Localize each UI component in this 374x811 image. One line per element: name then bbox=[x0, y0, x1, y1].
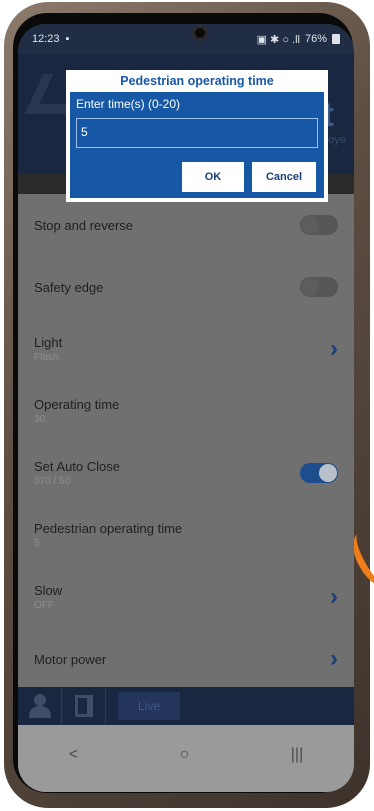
chevron-right-icon[interactable]: › bbox=[330, 337, 338, 361]
gallery-notification-icon: ▪ bbox=[65, 33, 70, 45]
home-nav-icon[interactable]: ○ bbox=[180, 746, 190, 764]
safety-edge-toggle[interactable] bbox=[300, 277, 338, 297]
pedestrian-time-dialog: Pedestrian operating time Enter time(s) … bbox=[66, 70, 328, 202]
cancel-button[interactable]: Cancel bbox=[252, 162, 316, 192]
android-nav-bar: < ○ ||| bbox=[18, 725, 354, 792]
setting-value: 5 bbox=[34, 538, 40, 549]
setting-row-safety-edge[interactable]: Safety edge bbox=[18, 256, 354, 318]
screen: 12:23 ▪ ▣ ✱ ○ .ll 76% t oye Stop and rev… bbox=[18, 24, 354, 792]
setting-row-auto-close[interactable]: Set Auto Close 070 / 50 bbox=[18, 442, 354, 504]
setting-row-slow[interactable]: Slow OFF › bbox=[18, 566, 354, 628]
setting-title: Safety edge bbox=[34, 279, 104, 295]
status-bar: 12:23 ▪ ▣ ✱ ○ .ll 76% bbox=[18, 24, 354, 54]
ok-button[interactable]: OK bbox=[182, 162, 244, 192]
setting-title: Set Auto Close bbox=[34, 459, 120, 474]
chevron-right-icon[interactable]: › bbox=[330, 647, 338, 671]
setting-value: OFF bbox=[34, 600, 54, 611]
auto-close-toggle[interactable] bbox=[300, 463, 338, 483]
user-icon bbox=[28, 694, 51, 718]
setting-row-operating-time[interactable]: Operating time 30 bbox=[18, 380, 354, 442]
stop-and-reverse-toggle[interactable] bbox=[300, 215, 338, 235]
settings-list: Stop and reverse Safety edge Light Flash… bbox=[18, 194, 354, 687]
status-icons: ▣ ✱ ○ .ll bbox=[256, 33, 300, 46]
user-button[interactable] bbox=[18, 687, 62, 725]
setting-title: Slow bbox=[34, 583, 63, 598]
setting-row-stop-and-reverse[interactable]: Stop and reverse bbox=[18, 194, 354, 256]
time-input[interactable]: 5 bbox=[76, 118, 318, 148]
front-camera bbox=[192, 25, 208, 41]
battery-percent: 76% bbox=[304, 33, 327, 45]
chevron-right-icon[interactable]: › bbox=[330, 585, 338, 609]
live-button[interactable]: Live bbox=[118, 692, 181, 720]
setting-title: Operating time bbox=[34, 397, 120, 412]
bottom-app-bar: Live bbox=[18, 687, 354, 725]
battery-icon bbox=[332, 34, 340, 44]
header-brand-subtext: oye bbox=[328, 134, 346, 146]
door-exit-icon bbox=[74, 695, 93, 717]
setting-value: 30 bbox=[34, 414, 46, 425]
setting-title: Light bbox=[34, 335, 63, 350]
setting-title: Motor power bbox=[34, 651, 107, 667]
setting-title: Pedestrian operating time bbox=[34, 521, 183, 536]
dialog-body: Enter time(s) (0-20) 5 OK Cancel bbox=[70, 92, 324, 198]
dialog-title: Pedestrian operating time bbox=[120, 74, 274, 88]
setting-row-light[interactable]: Light Flash › bbox=[18, 318, 354, 380]
dialog-input-label: Enter time(s) (0-20) bbox=[76, 97, 181, 111]
status-time: 12:23 bbox=[32, 33, 60, 45]
setting-row-motor-power[interactable]: Motor power › bbox=[18, 628, 354, 690]
recents-nav-icon[interactable]: ||| bbox=[291, 746, 303, 764]
back-nav-icon[interactable]: < bbox=[69, 746, 78, 764]
setting-value: Flash bbox=[34, 352, 59, 363]
setting-title: Stop and reverse bbox=[34, 217, 134, 233]
setting-value: 070 / 50 bbox=[34, 476, 71, 487]
door-button[interactable] bbox=[62, 687, 106, 725]
setting-row-pedestrian-time[interactable]: Pedestrian operating time 5 bbox=[18, 504, 354, 566]
